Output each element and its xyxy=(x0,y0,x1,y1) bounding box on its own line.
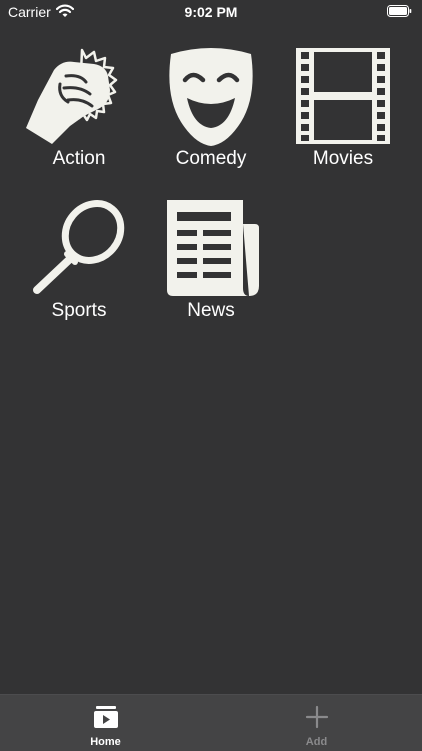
category-label: Sports xyxy=(51,300,107,321)
tab-home[interactable]: Home xyxy=(0,695,211,751)
comedy-mask-icon xyxy=(169,48,253,146)
newspaper-icon xyxy=(167,200,259,296)
fist-icon xyxy=(26,48,118,144)
category-grid: Action Comedy Movies Sports News xyxy=(0,0,422,690)
category-label: News xyxy=(187,300,235,321)
tennis-racket-icon xyxy=(33,200,125,294)
plus-icon xyxy=(305,705,328,729)
category-sports[interactable]: Sports xyxy=(13,196,145,336)
category-news[interactable]: News xyxy=(145,196,277,336)
category-comedy[interactable]: Comedy xyxy=(145,44,277,184)
home-play-icon xyxy=(93,706,118,728)
category-label: Comedy xyxy=(175,148,247,169)
tab-add[interactable]: Add xyxy=(211,695,422,751)
category-label: Action xyxy=(52,148,106,169)
tab-label: Home xyxy=(90,736,121,748)
category-movies[interactable]: Movies xyxy=(277,44,409,184)
category-action[interactable]: Action xyxy=(13,44,145,184)
category-label: Movies xyxy=(312,148,374,169)
tab-label: Add xyxy=(305,736,328,748)
film-strip-icon xyxy=(296,48,390,144)
tab-bar: Home Add xyxy=(0,694,422,751)
